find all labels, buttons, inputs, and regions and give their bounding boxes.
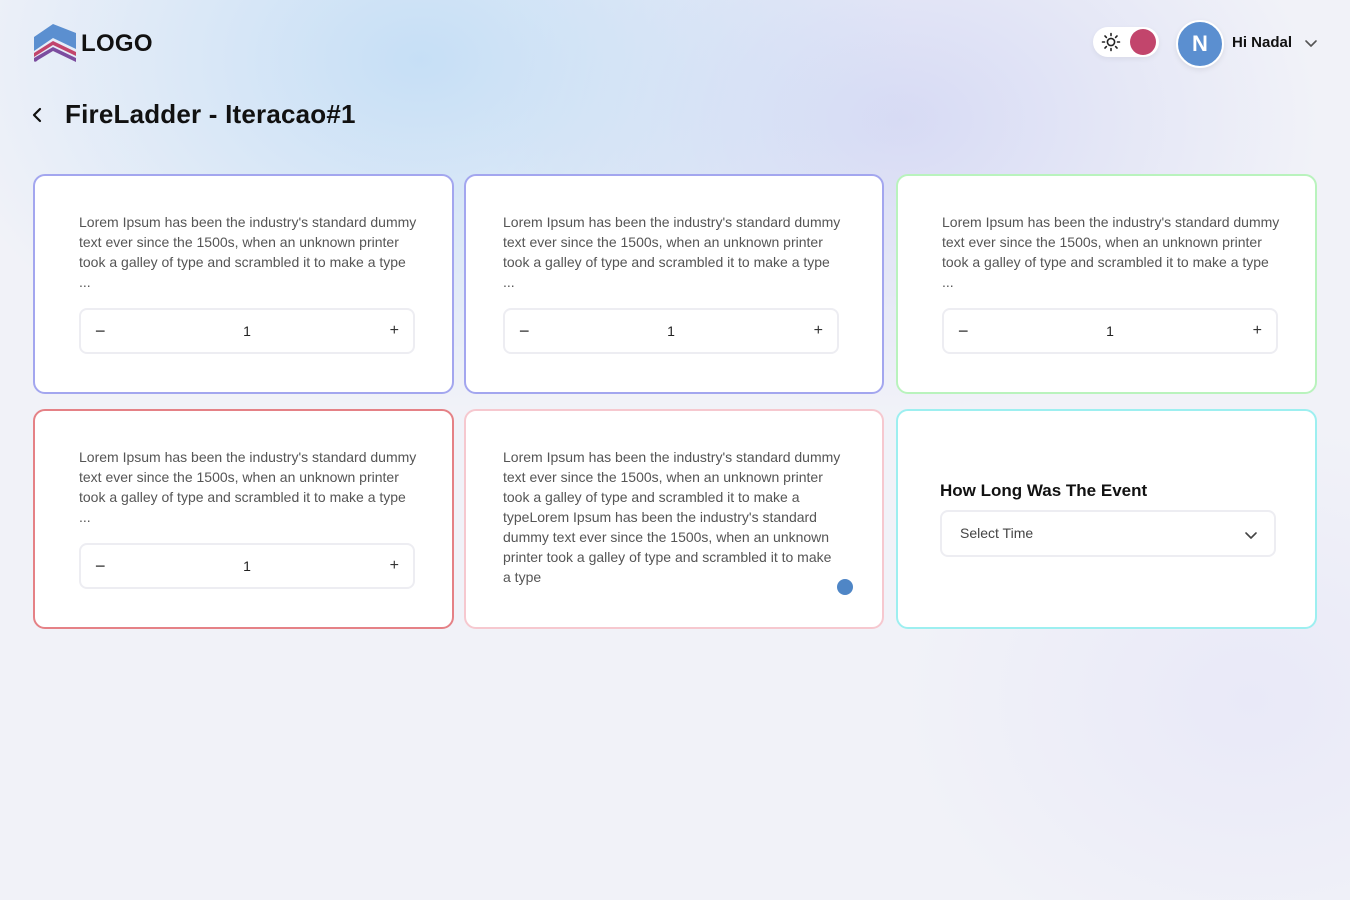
page-title: FireLadder - Iteracao#1 bbox=[65, 99, 356, 129]
quantity-stepper[interactable]: − 1 + bbox=[942, 308, 1278, 354]
increment-button[interactable]: + bbox=[814, 321, 823, 341]
quantity-stepper[interactable]: − 1 + bbox=[79, 308, 415, 354]
increment-button[interactable]: + bbox=[390, 556, 399, 576]
chevron-down-icon[interactable] bbox=[1304, 36, 1318, 55]
theme-toggle[interactable] bbox=[1093, 27, 1159, 57]
stepper-value: 1 bbox=[1106, 323, 1114, 339]
card: Lorem Ipsum has been the industry's stan… bbox=[464, 409, 884, 629]
logo[interactable]: LOGO bbox=[32, 23, 153, 65]
card: Lorem Ipsum has been the industry's stan… bbox=[896, 174, 1317, 394]
time-select[interactable]: Select Time bbox=[940, 510, 1276, 557]
increment-button[interactable]: + bbox=[390, 321, 399, 341]
card-text: Lorem Ipsum has been the industry's stan… bbox=[79, 214, 417, 290]
sun-icon bbox=[1101, 32, 1121, 57]
stepper-value: 1 bbox=[243, 323, 251, 339]
select-value: Select Time bbox=[960, 525, 1034, 541]
increment-button[interactable]: + bbox=[1253, 321, 1262, 341]
back-button[interactable] bbox=[29, 105, 47, 130]
stepper-value: 1 bbox=[243, 558, 251, 574]
card: Lorem Ipsum has been the industry's stan… bbox=[33, 174, 454, 394]
card: Lorem Ipsum has been the industry's stan… bbox=[464, 174, 884, 394]
chevron-down-icon bbox=[1244, 528, 1258, 547]
quantity-stepper[interactable]: − 1 + bbox=[503, 308, 839, 354]
card-text: Lorem Ipsum has been the industry's stan… bbox=[503, 214, 841, 290]
toggle-knob[interactable] bbox=[1130, 29, 1156, 55]
card-text: Lorem Ipsum has been the industry's stan… bbox=[79, 449, 417, 525]
card-text: Lorem Ipsum has been the industry's stan… bbox=[503, 449, 841, 585]
stepper-value: 1 bbox=[667, 323, 675, 339]
chevron-left-icon bbox=[32, 107, 42, 123]
logo-text: LOGO bbox=[81, 30, 153, 57]
logo-icon bbox=[34, 24, 76, 62]
quantity-stepper[interactable]: − 1 + bbox=[79, 543, 415, 589]
question-label: How Long Was The Event bbox=[940, 481, 1148, 500]
card: How Long Was The Event Select Time bbox=[896, 409, 1317, 629]
user-greeting[interactable]: Hi Nadal bbox=[1232, 34, 1292, 51]
avatar[interactable]: N bbox=[1176, 20, 1224, 68]
card-text: Lorem Ipsum has been the industry's stan… bbox=[942, 214, 1280, 290]
status-dot bbox=[837, 579, 853, 595]
card: Lorem Ipsum has been the industry's stan… bbox=[33, 409, 454, 629]
